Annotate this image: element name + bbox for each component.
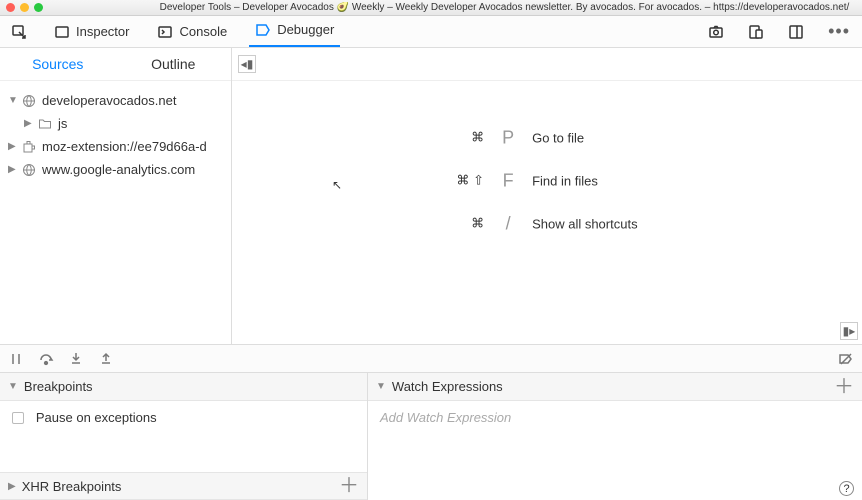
cursor-icon: ↖	[332, 178, 342, 192]
tree-row-folder[interactable]: ▶ js	[6, 112, 225, 135]
tree-label: js	[58, 116, 67, 131]
xhr-breakpoints-title: XHR Breakpoints	[22, 479, 122, 494]
debug-controls	[0, 344, 862, 372]
collapse-arrow-icon[interactable]: ▼	[376, 381, 386, 392]
screenshot-icon[interactable]	[704, 20, 728, 44]
extension-icon	[22, 140, 36, 154]
step-in-icon[interactable]	[68, 351, 84, 367]
breakpoints-pane: ▼ Breakpoints Pause on exceptions ▶ XHR …	[0, 373, 368, 500]
tree-label: developeravocados.net	[42, 93, 176, 108]
window-minimize-button[interactable]	[20, 3, 29, 12]
expand-arrow-icon: ▶	[8, 141, 16, 152]
watch-placeholder[interactable]: Add Watch Expression	[380, 410, 511, 425]
tree-row-extension[interactable]: ▶ moz-extension://ee79d66a-d	[6, 135, 225, 158]
all-shortcuts-label: Show all shortcuts	[532, 217, 638, 232]
expand-arrow-icon: ▶	[8, 164, 16, 175]
pause-exceptions-checkbox[interactable]	[12, 412, 24, 424]
watch-title: Watch Expressions	[392, 379, 503, 394]
globe-icon	[22, 163, 36, 177]
bottom-panes: ▼ Breakpoints Pause on exceptions ▶ XHR …	[0, 372, 862, 500]
expand-arrow-icon: ▶	[24, 118, 32, 129]
goto-file-label: Go to file	[532, 131, 638, 146]
side-tab-sources[interactable]: Sources	[0, 48, 116, 80]
window-close-button[interactable]	[6, 3, 15, 12]
dock-side-icon[interactable]	[784, 20, 808, 44]
shortcuts-hint: ⌘ P Go to file ⌘ ⇧ F Find in files ⌘ / S…	[456, 128, 637, 235]
window-titlebar: Developer Tools – Developer Avocados 🥑 W…	[0, 0, 862, 16]
tree-label: moz-extension://ee79d66a-d	[42, 139, 207, 154]
step-over-icon[interactable]	[38, 351, 54, 367]
collapse-arrow-icon[interactable]: ▼	[8, 381, 18, 392]
breakpoints-title: Breakpoints	[24, 379, 93, 394]
collapse-arrow-icon[interactable]: ▶	[8, 481, 16, 492]
find-files-label: Find in files	[532, 174, 638, 189]
tab-inspector-label: Inspector	[76, 24, 129, 39]
disable-breakpoints-icon[interactable]	[838, 351, 854, 367]
devtools-toolbar: Inspector Console Debugger •••	[0, 16, 862, 48]
pause-icon[interactable]	[8, 351, 24, 367]
collapse-sidebar-icon[interactable]: ◂▮	[238, 55, 256, 73]
step-out-icon[interactable]	[98, 351, 114, 367]
tab-console[interactable]: Console	[151, 20, 233, 44]
tab-console-label: Console	[179, 24, 227, 39]
collapse-right-icon[interactable]: ▮▸	[840, 322, 858, 340]
pause-exceptions-label: Pause on exceptions	[36, 410, 157, 425]
more-icon[interactable]: •••	[824, 17, 854, 46]
tree-row-analytics[interactable]: ▶ www.google-analytics.com	[6, 158, 225, 181]
pick-element-icon[interactable]	[8, 20, 32, 44]
expand-arrow-icon: ▼	[8, 95, 16, 106]
add-xhr-breakpoint-icon[interactable]: ＋	[339, 476, 359, 496]
tab-inspector[interactable]: Inspector	[48, 20, 135, 44]
editor-area: ◂▮ ↖ ⌘ P Go to file ⌘ ⇧ F Find in files …	[232, 48, 862, 344]
sources-tree: ▼ developeravocados.net ▶ js ▶ moz-exten…	[0, 81, 231, 189]
tree-label: www.google-analytics.com	[42, 162, 195, 177]
add-watch-icon[interactable]: ＋	[834, 377, 854, 397]
folder-icon	[38, 117, 52, 131]
sources-sidebar: Sources Outline ▼ developeravocados.net …	[0, 48, 232, 344]
responsive-mode-icon[interactable]	[744, 20, 768, 44]
help-icon[interactable]: ?	[839, 479, 854, 497]
tab-debugger[interactable]: Debugger	[249, 18, 340, 47]
tree-row-domain[interactable]: ▼ developeravocados.net	[6, 89, 225, 112]
debugger-main: Sources Outline ▼ developeravocados.net …	[0, 48, 862, 344]
globe-icon	[22, 94, 36, 108]
watch-pane: ▼ Watch Expressions ＋ Add Watch Expressi…	[368, 373, 862, 500]
window-maximize-button[interactable]	[34, 3, 43, 12]
tab-debugger-label: Debugger	[277, 22, 334, 37]
window-title: Developer Tools – Developer Avocados 🥑 W…	[153, 2, 856, 13]
side-tab-outline[interactable]: Outline	[116, 48, 232, 80]
